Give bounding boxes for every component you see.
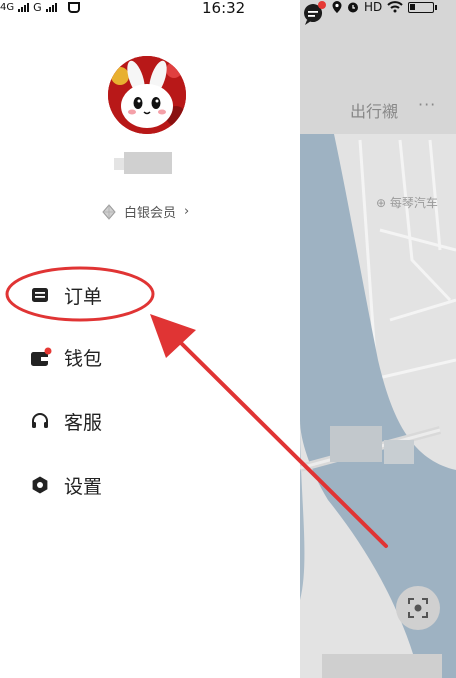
status-bar: 4G G 16:32 HD [0, 0, 456, 20]
network-type-label-2: G [33, 0, 42, 14]
menu-item-orders[interactable]: 订单 [30, 280, 102, 310]
status-right: HD [332, 0, 438, 14]
locate-button[interactable] [396, 586, 440, 630]
menu-item-settings[interactable]: 设置 [30, 470, 102, 500]
side-drawer: 白银会员 › 订单 钱包 客服 设置 [0, 0, 300, 678]
location-icon [332, 1, 342, 13]
notification-icon [67, 2, 80, 13]
wifi-icon [387, 1, 403, 13]
scan-icon [408, 598, 428, 618]
avatar-image [108, 56, 186, 134]
chevron-right-icon: › [184, 204, 190, 219]
menu-item-wallet[interactable]: 钱包 [30, 342, 102, 372]
menu-item-customer-service[interactable]: 客服 [30, 406, 102, 436]
signal-icon-2 [45, 2, 57, 12]
settings-icon [30, 475, 50, 495]
diamond-icon [102, 203, 116, 220]
hd-label: HD [364, 0, 383, 14]
avatar[interactable] [108, 56, 186, 134]
map-tab-separator: : [300, 98, 301, 114]
map-view[interactable]: : 出行襯 ··· ⊕ 每琴汽车 [300, 0, 456, 678]
member-level-row[interactable]: 白银会员 › [102, 202, 189, 221]
map-poi-label: ⊕ 每琴汽车 [376, 196, 438, 210]
status-left: 4G G [0, 0, 81, 14]
signal-icon [18, 2, 30, 12]
menu-item-label: 订单 [64, 285, 103, 308]
more-icon[interactable]: ··· [418, 95, 436, 114]
member-level-label: 白银会员 [124, 206, 177, 221]
wallet-icon [30, 347, 52, 367]
headset-icon [30, 411, 50, 431]
battery-icon [408, 1, 438, 13]
wallet-badge [44, 347, 52, 355]
menu-item-label: 钱包 [64, 347, 103, 370]
order-icon [30, 285, 50, 305]
menu-item-label: 设置 [64, 475, 103, 498]
status-time: 16:32 [202, 0, 246, 17]
network-type-label: 4G [0, 1, 15, 13]
map-bottom-panel [322, 654, 442, 678]
alarm-icon [348, 2, 358, 13]
username-blurred [114, 152, 172, 174]
map-header-tab[interactable]: 出行襯 [350, 98, 398, 122]
menu-item-label: 客服 [64, 411, 103, 434]
